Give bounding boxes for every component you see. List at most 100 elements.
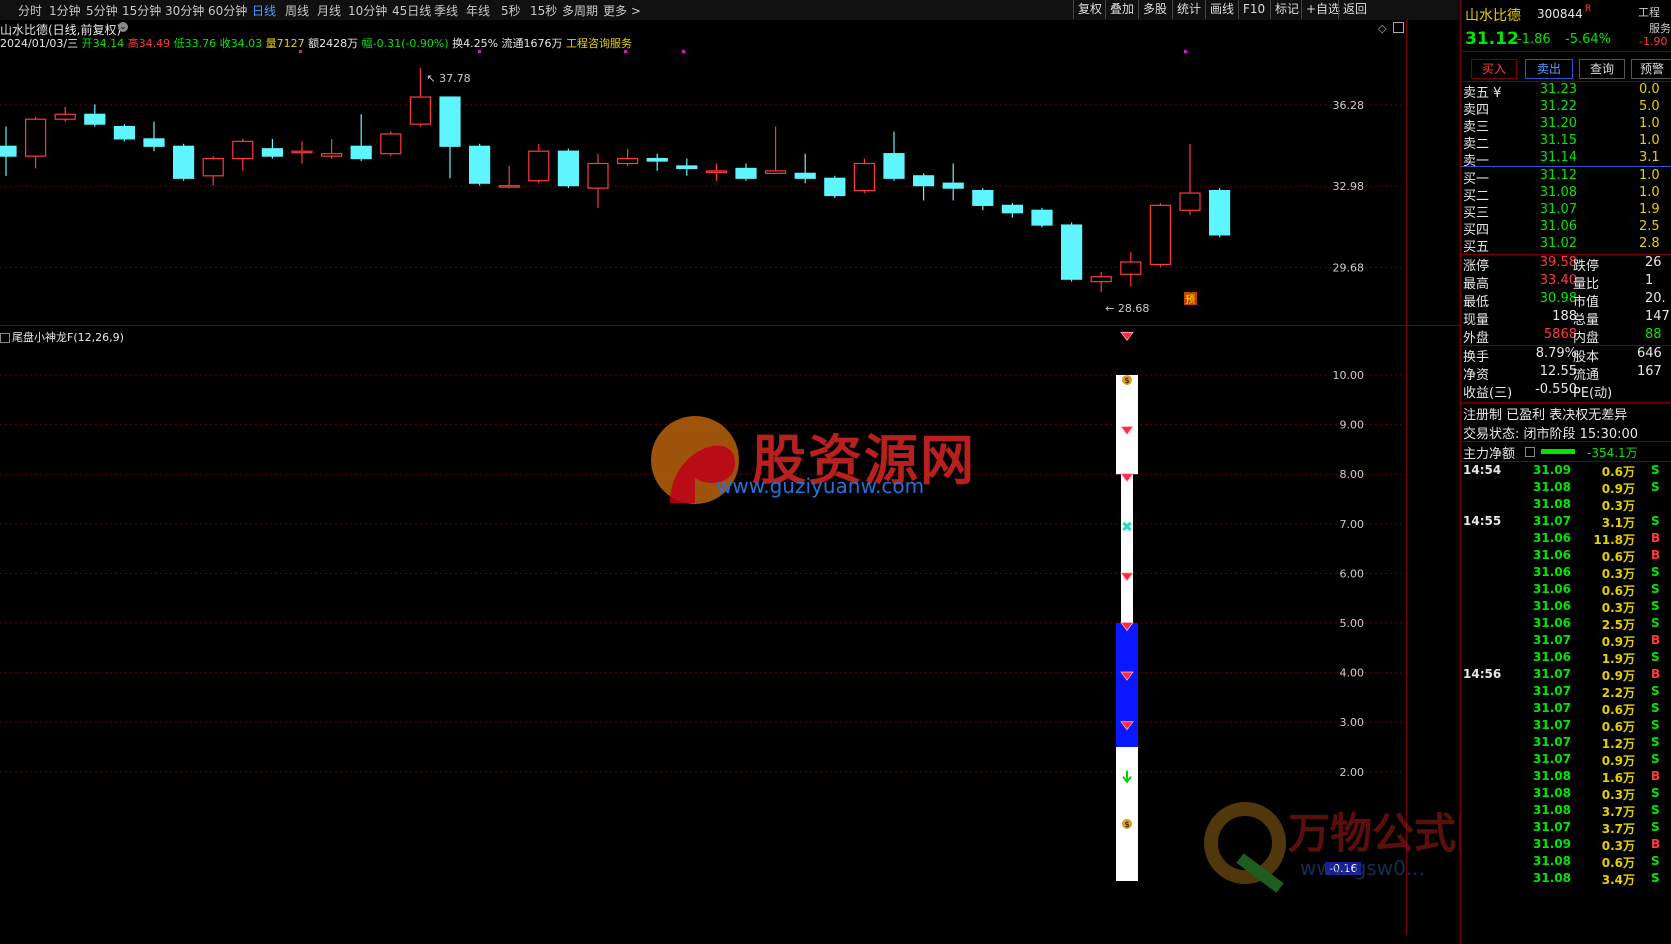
tick-row[interactable]: 31.07 0.6万 S	[1461, 718, 1671, 735]
tick-row[interactable]: 31.07 0.9万 B	[1461, 633, 1671, 650]
candle-body[interactable]	[498, 185, 520, 188]
book-row[interactable]: 卖四 31.22 5.0	[1461, 99, 1671, 118]
candle-body[interactable]	[883, 153, 905, 179]
toolbar-btn-4[interactable]: 画线	[1205, 0, 1238, 19]
candle-body[interactable]	[113, 125, 136, 140]
candle-body[interactable]	[350, 145, 372, 160]
tick-row[interactable]: 31.07 0.6万 S	[1461, 701, 1671, 718]
period-tab-2[interactable]: 5分钟	[86, 2, 118, 19]
candle-body[interactable]	[1090, 276, 1112, 283]
candle-body[interactable]	[1001, 204, 1024, 214]
tick-row[interactable]: 31.06 0.6万 B	[1461, 548, 1671, 565]
period-tab-4[interactable]: 30分钟	[165, 2, 204, 19]
tick-row[interactable]: 31.06 0.3万 S	[1461, 599, 1671, 616]
candle-body[interactable]	[291, 150, 313, 154]
stock-name[interactable]: 山水比德	[1465, 5, 1521, 25]
tick-row[interactable]: 31.06 1.9万 S	[1461, 650, 1671, 667]
tick-row[interactable]: 31.08 3.4万 S	[1461, 871, 1671, 888]
settings-square-icon[interactable]	[1525, 447, 1535, 457]
candle-body[interactable]	[173, 145, 195, 179]
period-tab-11[interactable]: 季线	[434, 2, 458, 19]
kline-chart[interactable]: 山水比德(日线,前复权) ⌄ 2024/01/03/三 开34.14 高34.4…	[0, 20, 1406, 325]
tick-row[interactable]: 31.07 2.2万 S	[1461, 684, 1671, 701]
period-tab-15[interactable]: 多周期	[562, 2, 598, 19]
period-tab-14[interactable]: 15秒	[530, 2, 557, 19]
tick-row[interactable]: 31.08 0.6万 S	[1461, 854, 1671, 871]
toolbar-btn-5[interactable]: F10	[1238, 0, 1269, 19]
candle-body[interactable]	[853, 162, 876, 192]
candle-body[interactable]	[469, 145, 491, 184]
toolbar-btn-1[interactable]: 叠加	[1105, 0, 1138, 19]
toolbar-btn-2[interactable]: 多股	[1138, 0, 1171, 19]
candle-body[interactable]	[1031, 209, 1053, 226]
book-row[interactable]: 买四 31.06 2.5	[1461, 219, 1671, 238]
period-tab-1[interactable]: 1分钟	[49, 2, 81, 19]
candle-body[interactable]	[321, 153, 343, 157]
candle-body[interactable]	[1120, 261, 1142, 275]
candle-body[interactable]	[676, 165, 698, 170]
candle-body[interactable]	[232, 140, 254, 160]
industry-tag-2[interactable]: 服务	[1649, 20, 1671, 36]
query-button[interactable]: 查询	[1579, 59, 1625, 79]
candle-body[interactable]	[912, 175, 935, 187]
tick-row[interactable]: 31.08 1.6万 B	[1461, 769, 1671, 786]
candle-body[interactable]	[1208, 189, 1231, 236]
candle-body[interactable]	[25, 118, 47, 157]
book-row[interactable]: 卖一 31.14 3.1	[1461, 150, 1671, 169]
toolbar-btn-6[interactable]: 标记	[1270, 0, 1303, 19]
candle-body[interactable]	[587, 162, 609, 189]
sell-button[interactable]: 卖出	[1525, 59, 1573, 79]
book-row[interactable]: 卖五 ¥31.23 0.0	[1461, 82, 1671, 101]
candle-body[interactable]	[942, 182, 964, 189]
candle-body[interactable]	[409, 96, 431, 125]
tick-row[interactable]: 31.07 3.7万 S	[1461, 820, 1671, 837]
tick-row[interactable]: 14:56 31.07 0.9万 B	[1461, 667, 1671, 684]
candle-body[interactable]	[380, 133, 402, 155]
tick-row[interactable]: 14:55 31.07 3.1万 S	[1461, 514, 1671, 531]
period-tab-12[interactable]: 年线	[466, 2, 490, 19]
industry-tag[interactable]: 工程	[1638, 4, 1660, 20]
book-row[interactable]: 卖三 31.20 1.0	[1461, 116, 1671, 135]
candle-body[interactable]	[646, 157, 668, 162]
tick-row[interactable]: 31.08 0.3万 S	[1461, 786, 1671, 803]
candle-body[interactable]	[1149, 204, 1172, 266]
candle-body[interactable]	[143, 138, 165, 147]
alert-button[interactable]: 预警	[1631, 59, 1671, 79]
book-row[interactable]: 买三 31.07 1.9	[1461, 202, 1671, 221]
book-row[interactable]: 买五 31.02 2.8	[1461, 236, 1671, 255]
tick-row[interactable]: 31.06 0.6万 S	[1461, 582, 1671, 599]
candle-body[interactable]	[705, 170, 728, 173]
candle-body[interactable]	[794, 172, 816, 179]
period-tab-7[interactable]: 周线	[285, 2, 309, 19]
period-tab-8[interactable]: 月线	[317, 2, 341, 19]
candle-body[interactable]	[1179, 192, 1201, 211]
candle-body[interactable]	[528, 150, 550, 182]
period-tab-3[interactable]: 15分钟	[122, 2, 161, 19]
book-row[interactable]: 买二 31.08 1.0	[1461, 185, 1671, 204]
period-tab-0[interactable]: 分时	[18, 2, 42, 19]
book-row[interactable]: 买一 31.12 1.0	[1461, 168, 1671, 187]
period-tab-9[interactable]: 10分钟	[348, 2, 387, 19]
candle-body[interactable]	[764, 170, 787, 174]
tick-row[interactable]: 14:54 31.09 0.6万 S	[1461, 463, 1671, 480]
period-tab-13[interactable]: 5秒	[501, 2, 521, 19]
toolbar-btn-3[interactable]: 统计	[1172, 0, 1205, 19]
candle-body[interactable]	[616, 157, 639, 165]
period-tab-6[interactable]: 日线	[252, 2, 276, 19]
candle-body[interactable]	[735, 167, 757, 179]
toolbar-btn-0[interactable]: 复权	[1073, 0, 1106, 19]
candle-body[interactable]	[439, 96, 461, 147]
candle-body[interactable]	[84, 113, 106, 125]
buy-button[interactable]: 买入	[1471, 59, 1517, 79]
tick-row[interactable]: 31.07 0.9万 S	[1461, 752, 1671, 769]
candle-body[interactable]	[54, 113, 76, 120]
toolbar-btn-8[interactable]: 返回	[1338, 0, 1371, 19]
period-tab-10[interactable]: 45日线	[392, 2, 431, 19]
tick-row[interactable]: 31.08 0.9万 S	[1461, 480, 1671, 497]
tick-row[interactable]: 31.06 2.5万 S	[1461, 616, 1671, 633]
tick-row[interactable]: 31.09 0.3万 B	[1461, 837, 1671, 854]
book-row[interactable]: 卖二 31.15 1.0	[1461, 133, 1671, 152]
tick-row[interactable]: 31.06 0.3万 S	[1461, 565, 1671, 582]
candle-body[interactable]	[557, 150, 580, 187]
tick-row[interactable]: 31.08 3.7万 S	[1461, 803, 1671, 820]
